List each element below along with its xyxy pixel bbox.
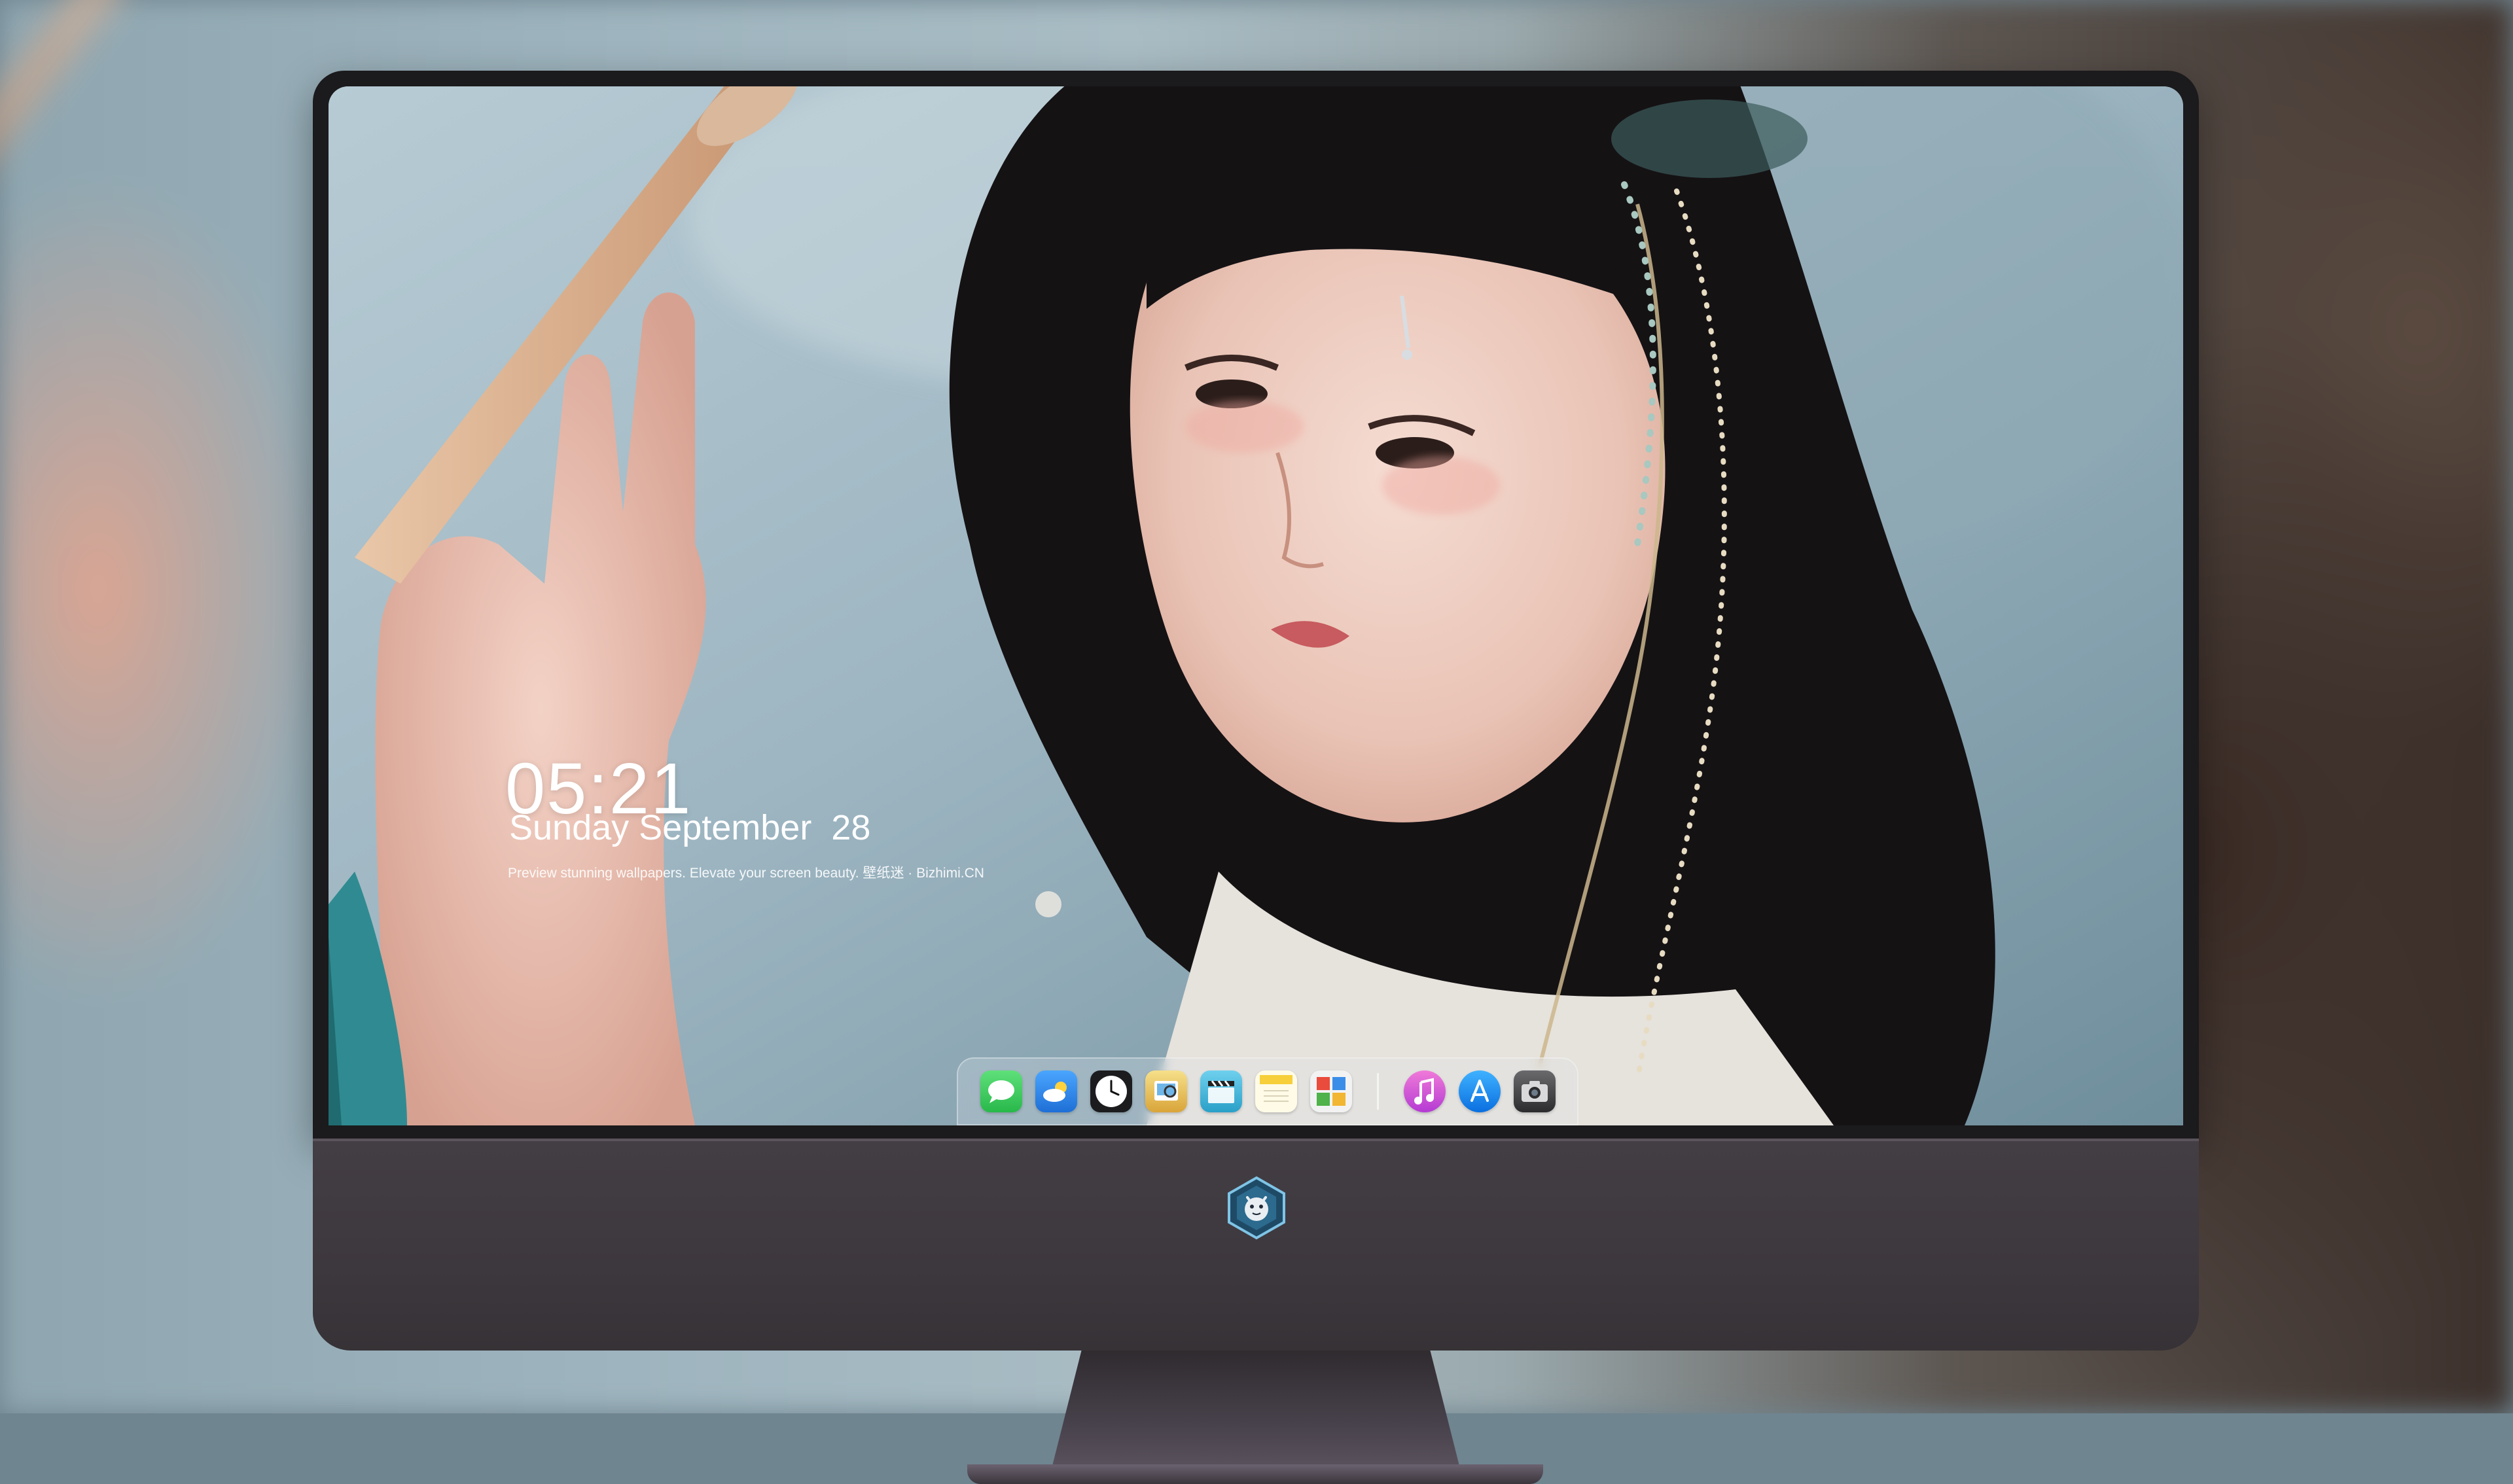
clock-icon[interactable] bbox=[1090, 1070, 1132, 1112]
itunes-icon[interactable] bbox=[1404, 1070, 1446, 1112]
camera-icon[interactable] bbox=[1514, 1070, 1556, 1112]
monitor-stand bbox=[1049, 1348, 1463, 1479]
lockscreen-date: Sunday September 28 bbox=[509, 808, 871, 847]
photo-booth-icon[interactable] bbox=[1310, 1070, 1352, 1112]
dock bbox=[957, 1057, 1578, 1125]
dragon-logo-icon bbox=[1224, 1175, 1289, 1241]
monitor-chin bbox=[313, 1139, 2199, 1351]
wallpaper-caption: Preview stunning wallpapers. Elevate you… bbox=[508, 866, 984, 881]
notes-icon[interactable] bbox=[1255, 1070, 1297, 1112]
preview-icon[interactable] bbox=[1145, 1070, 1187, 1112]
monitor-stand-base bbox=[967, 1464, 1543, 1484]
app-store-icon[interactable] bbox=[1459, 1070, 1501, 1112]
video-clapper-icon[interactable] bbox=[1200, 1070, 1242, 1112]
messages-icon[interactable] bbox=[980, 1070, 1022, 1112]
desktop-screen: 05:21 Sunday September 28 Preview stunni… bbox=[329, 86, 2183, 1125]
dock-separator bbox=[1377, 1073, 1379, 1110]
monitor: 05:21 Sunday September 28 Preview stunni… bbox=[313, 71, 2199, 1484]
wallpaper-image bbox=[329, 86, 2183, 1125]
weather-icon[interactable] bbox=[1035, 1070, 1077, 1112]
